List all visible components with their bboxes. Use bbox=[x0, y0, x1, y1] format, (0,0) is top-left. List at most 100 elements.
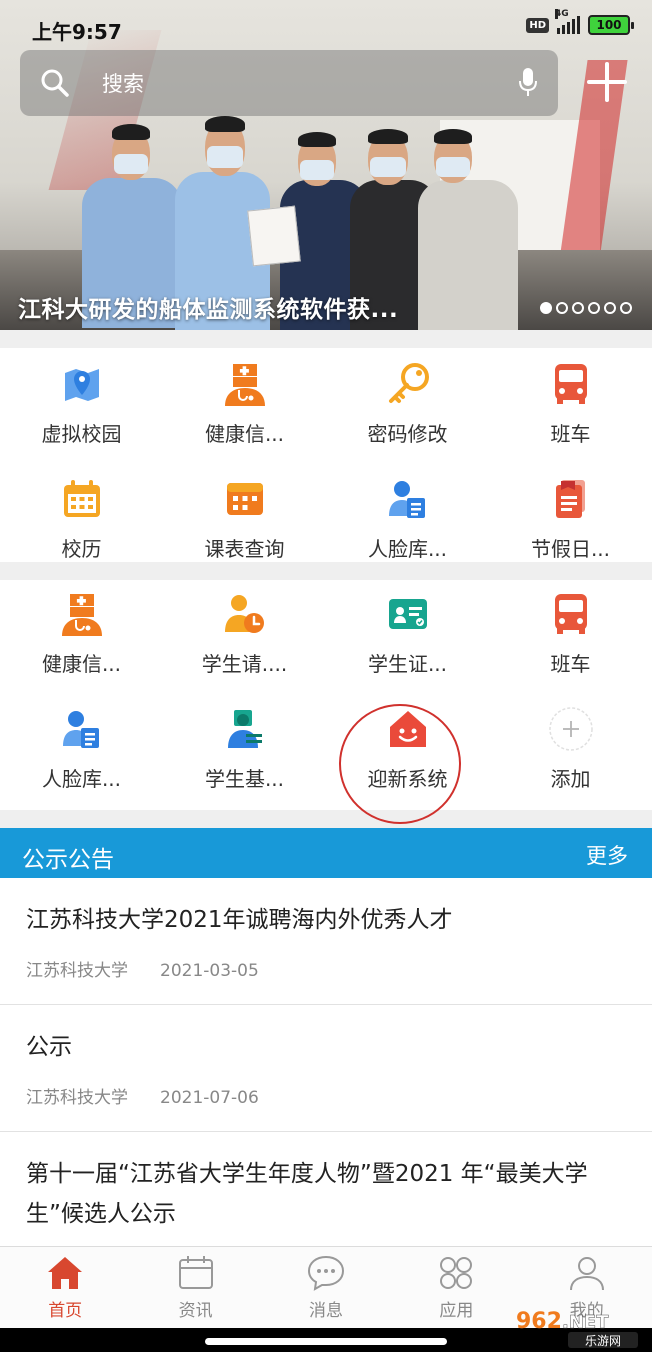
app-label: 密码修改 bbox=[367, 422, 448, 446]
tab-label: 消息 bbox=[308, 1301, 343, 1321]
app-shuttle-bus[interactable]: 班车 bbox=[489, 574, 652, 689]
app-student-info[interactable]: 学生基... bbox=[163, 689, 326, 804]
status-bar: 上午9:57 HD 4G 100 bbox=[0, 0, 652, 50]
tab-apps[interactable]: 应用 bbox=[391, 1247, 521, 1328]
network-type: 4G bbox=[555, 9, 569, 19]
app-screen: 江科大研发的船体监测系统软件获... 上午9:57 HD 4G 100 搜索 虚… bbox=[0, 0, 652, 1352]
status-time: 上午9:57 bbox=[32, 20, 122, 44]
notice-item[interactable]: 第十一届“江苏省大学生年度人物”暨2021 年“最美大学生”候选人公示 bbox=[0, 1132, 652, 1234]
search-placeholder: 搜索 bbox=[102, 72, 144, 96]
tab-news[interactable]: 资讯 bbox=[130, 1247, 260, 1328]
notice-title: 公示 bbox=[26, 1034, 72, 1060]
certificate-image bbox=[247, 205, 301, 267]
calendar-icon bbox=[63, 480, 100, 517]
app-face-library[interactable]: 人脸库... bbox=[0, 689, 163, 804]
notice-source: 江苏科技大学 bbox=[26, 1088, 128, 1108]
app-label: 学生基... bbox=[204, 767, 285, 791]
holiday-icon bbox=[555, 480, 585, 518]
add-plus-icon[interactable] bbox=[585, 60, 629, 104]
app-label: 学生请.... bbox=[201, 652, 288, 676]
home-indicator[interactable] bbox=[205, 1338, 447, 1345]
tab-home[interactable]: 首页 bbox=[0, 1247, 130, 1328]
student-card-icon bbox=[388, 599, 427, 629]
profile-icon bbox=[569, 1257, 604, 1291]
apps-icon bbox=[440, 1257, 473, 1289]
notice-meta: 江苏科技大学 2021-03-05 bbox=[26, 956, 626, 1004]
my-apps-grid: 健康信... 学生请.... 学生证... 班车 人脸库... 学生基... 迎… bbox=[0, 580, 652, 810]
app-label: 校历 bbox=[61, 537, 102, 561]
app-health-info[interactable]: 健康信... bbox=[0, 574, 163, 689]
app-health-info[interactable]: 健康信... bbox=[163, 344, 326, 459]
svg-text:962: 962 bbox=[516, 1309, 562, 1334]
tab-messages[interactable]: 消息 bbox=[261, 1247, 391, 1328]
app-label: 人脸库... bbox=[367, 537, 448, 561]
app-label: 班车 bbox=[550, 652, 591, 676]
add-icon bbox=[548, 707, 593, 751]
search-bar[interactable]: 搜索 bbox=[20, 50, 558, 116]
app-label: 虚拟校园 bbox=[41, 422, 122, 446]
app-holiday[interactable]: 节假日... bbox=[489, 459, 652, 574]
tab-label: 首页 bbox=[48, 1301, 83, 1321]
notice-item[interactable]: 江苏科技大学2021年诚聘海内外优秀人才 江苏科技大学 2021-03-05 bbox=[0, 878, 652, 1005]
message-icon bbox=[307, 1255, 344, 1291]
app-shuttle-bus[interactable]: 班车 bbox=[489, 344, 652, 459]
app-student-leave[interactable]: 学生请.... bbox=[163, 574, 326, 689]
app-label: 节假日... bbox=[530, 537, 611, 561]
notice-more-link[interactable]: 更多 bbox=[586, 840, 628, 870]
tab-label: 资讯 bbox=[178, 1301, 213, 1321]
key-icon bbox=[388, 363, 429, 403]
highlight-circle-annotation bbox=[339, 704, 461, 824]
bus-icon bbox=[554, 364, 587, 404]
tab-label: 应用 bbox=[439, 1301, 474, 1321]
svg-text:.NET: .NET bbox=[562, 1312, 609, 1333]
app-label: 健康信... bbox=[204, 422, 285, 446]
notice-source: 江苏科技大学 bbox=[26, 961, 128, 981]
face-library-icon bbox=[62, 711, 99, 748]
status-icons: HD 4G 100 bbox=[526, 9, 634, 35]
notice-header: 公示公告 更多 bbox=[0, 828, 652, 878]
app-password-change[interactable]: 密码修改 bbox=[326, 344, 489, 459]
doctor-icon bbox=[224, 364, 265, 406]
app-label: 班车 bbox=[550, 422, 591, 446]
banner-pagination bbox=[540, 302, 632, 314]
timetable-icon bbox=[226, 483, 263, 515]
student-leave-icon bbox=[224, 595, 264, 633]
face-library-icon bbox=[388, 481, 425, 518]
notice-title: 江苏科技大学2021年诚聘海内外优秀人才 bbox=[26, 907, 453, 933]
hd-icon: HD bbox=[526, 17, 549, 33]
map-pin-icon bbox=[64, 369, 99, 401]
signal-icon: 4G bbox=[555, 9, 580, 34]
home-icon bbox=[48, 1257, 83, 1289]
app-label: 学生证... bbox=[367, 652, 448, 676]
svg-text:乐游网: 乐游网 bbox=[585, 1334, 621, 1348]
notice-meta: 江苏科技大学 2021-07-06 bbox=[26, 1083, 626, 1131]
pagination-dot bbox=[604, 302, 616, 314]
app-virtual-campus[interactable]: 虚拟校园 bbox=[0, 344, 163, 459]
app-face-library[interactable]: 人脸库... bbox=[326, 459, 489, 574]
notice-title: 第十一届“江苏省大学生年度人物”暨2021 年“最美大学生”候选人公示 bbox=[26, 1161, 588, 1227]
pagination-dot bbox=[572, 302, 584, 314]
app-label: 人脸库... bbox=[41, 767, 122, 791]
notice-item[interactable]: 公示 江苏科技大学 2021-07-06 bbox=[0, 1005, 652, 1132]
doctor-icon bbox=[61, 594, 102, 636]
battery-icon: 100 bbox=[588, 15, 634, 35]
app-student-card[interactable]: 学生证... bbox=[326, 574, 489, 689]
app-school-calendar[interactable]: 校历 bbox=[0, 459, 163, 574]
banner-caption[interactable]: 江科大研发的船体监测系统软件获... bbox=[18, 290, 398, 324]
pagination-dot bbox=[556, 302, 568, 314]
pagination-dot bbox=[588, 302, 600, 314]
quick-apps-grid: 虚拟校园 健康信... 密码修改 班车 校历 课表查询 人脸库... 节假日..… bbox=[0, 348, 652, 562]
notice-list: 江苏科技大学2021年诚聘海内外优秀人才 江苏科技大学 2021-03-05 公示… bbox=[0, 878, 652, 1246]
bus-icon bbox=[554, 594, 587, 634]
app-timetable[interactable]: 课表查询 bbox=[163, 459, 326, 574]
microphone-icon[interactable] bbox=[518, 66, 538, 98]
search-icon bbox=[41, 69, 69, 97]
app-add-button[interactable]: 添加 bbox=[489, 689, 652, 804]
app-label: 健康信... bbox=[41, 652, 122, 676]
app-label: 课表查询 bbox=[204, 537, 285, 561]
pagination-dot bbox=[620, 302, 632, 314]
banner-photo-person bbox=[418, 125, 528, 330]
notice-section-title: 公示公告 bbox=[22, 847, 114, 873]
app-label: 添加 bbox=[550, 767, 591, 791]
notice-date: 2021-07-06 bbox=[160, 1088, 259, 1108]
